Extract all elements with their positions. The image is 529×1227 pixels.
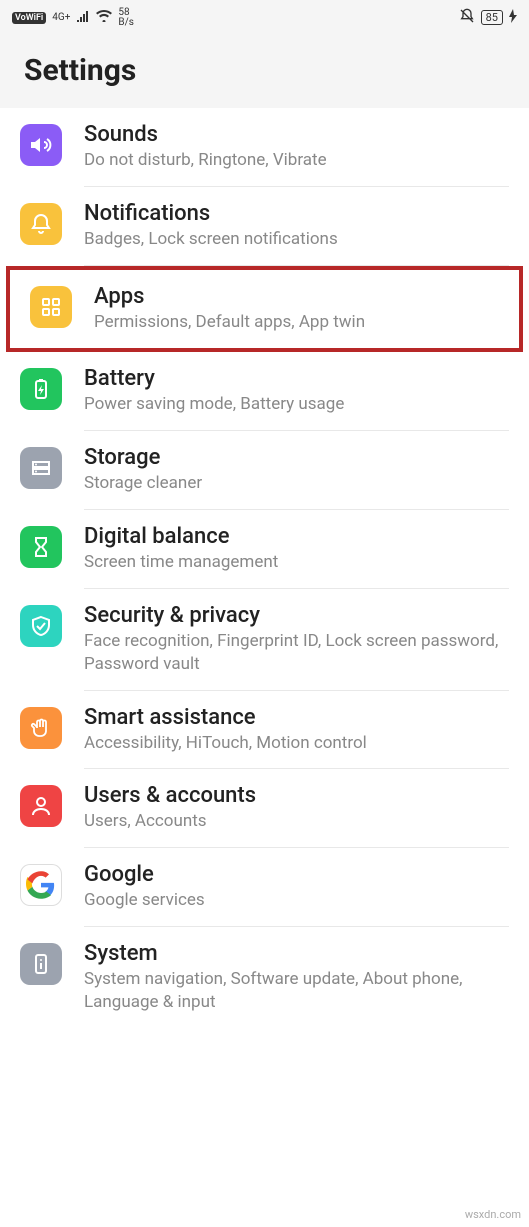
item-subtitle: Storage cleaner	[84, 472, 509, 495]
storage-icon	[20, 447, 62, 489]
settings-item-sounds[interactable]: SoundsDo not disturb, Ringtone, Vibrate	[0, 108, 529, 187]
item-title: Sounds	[84, 122, 509, 147]
item-title: Digital balance	[84, 524, 509, 549]
item-title: System	[84, 941, 509, 966]
status-bar: VoWiFi 4G+ 58 B/s 85	[0, 0, 529, 35]
google-icon	[20, 864, 62, 906]
settings-item-security[interactable]: Security & privacyFace recognition, Fing…	[0, 589, 529, 691]
charging-icon	[509, 9, 517, 27]
item-subtitle: Do not disturb, Ringtone, Vibrate	[84, 149, 509, 172]
watermark: wsxdn.com	[465, 1208, 521, 1221]
item-title: Notifications	[84, 201, 509, 226]
settings-item-users[interactable]: Users & accountsUsers, Accounts	[0, 769, 529, 848]
battery-icon	[20, 368, 62, 410]
settings-item-google[interactable]: GoogleGoogle services	[0, 848, 529, 927]
item-subtitle: Screen time management	[84, 551, 509, 574]
hourglass-icon	[20, 526, 62, 568]
mute-icon	[459, 8, 475, 28]
hand-icon	[20, 707, 62, 749]
item-subtitle: Permissions, Default apps, App twin	[94, 311, 499, 334]
item-title: Smart assistance	[84, 705, 509, 730]
item-title: Battery	[84, 366, 509, 391]
item-title: Google	[84, 862, 509, 887]
settings-item-apps[interactable]: AppsPermissions, Default apps, App twin	[6, 266, 523, 352]
settings-item-storage[interactable]: StorageStorage cleaner	[0, 431, 529, 510]
signal-icon	[76, 10, 90, 26]
item-subtitle: Accessibility, HiTouch, Motion control	[84, 732, 509, 755]
page-title: Settings	[24, 53, 505, 88]
item-subtitle: Google services	[84, 889, 509, 912]
vowifi-indicator: VoWiFi	[12, 12, 46, 24]
shield-icon	[20, 605, 62, 647]
item-title: Apps	[94, 284, 499, 309]
speed-unit: B/s	[118, 18, 134, 28]
item-subtitle: Power saving mode, Battery usage	[84, 393, 509, 416]
info-icon	[20, 943, 62, 985]
speed-value: 58	[118, 8, 129, 18]
settings-item-battery[interactable]: BatteryPower saving mode, Battery usage	[0, 352, 529, 431]
item-title: Users & accounts	[84, 783, 509, 808]
wifi-icon	[96, 10, 112, 26]
item-subtitle: System navigation, Software update, Abou…	[84, 968, 509, 1014]
settings-header: Settings	[0, 35, 529, 108]
settings-item-smart-assist[interactable]: Smart assistanceAccessibility, HiTouch, …	[0, 691, 529, 770]
item-title: Security & privacy	[84, 603, 509, 628]
item-subtitle: Users, Accounts	[84, 810, 509, 833]
bell-icon	[20, 203, 62, 245]
sound-icon	[20, 124, 62, 166]
grid-icon	[30, 286, 72, 328]
item-title: Storage	[84, 445, 509, 470]
item-subtitle: Badges, Lock screen notifications	[84, 228, 509, 251]
settings-item-notifications[interactable]: NotificationsBadges, Lock screen notific…	[0, 187, 529, 266]
settings-list[interactable]: SoundsDo not disturb, Ringtone, VibrateN…	[0, 108, 529, 1028]
settings-item-system[interactable]: SystemSystem navigation, Software update…	[0, 927, 529, 1028]
settings-item-digital-balance[interactable]: Digital balanceScreen time management	[0, 510, 529, 589]
battery-level: 85	[481, 10, 503, 25]
network-type: 4G+	[52, 13, 70, 23]
item-subtitle: Face recognition, Fingerprint ID, Lock s…	[84, 630, 509, 676]
user-icon	[20, 785, 62, 827]
